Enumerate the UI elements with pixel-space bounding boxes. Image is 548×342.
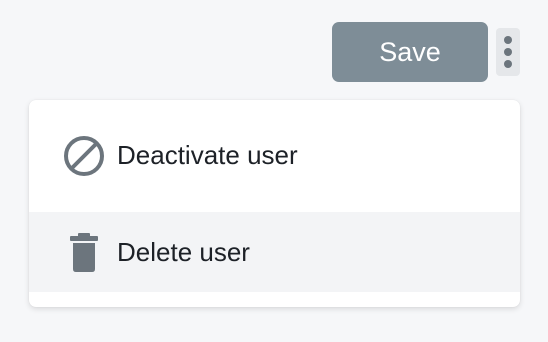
more-vertical-icon-dot [504,48,512,56]
more-vertical-icon [504,36,512,44]
more-options-button[interactable] [496,28,520,76]
save-button[interactable]: Save [332,22,488,82]
menu-item-deactivate-user[interactable]: Deactivate user [29,115,520,195]
menu-item-label: Delete user [117,237,250,267]
menu-item-delete-user[interactable]: Delete user [29,212,520,292]
user-actions-menu: Deactivate user Delete user [29,100,520,307]
block-icon [63,135,105,177]
screen: Save Deactivate user Delete user [0,0,548,342]
menu-item-label: Deactivate user [117,140,298,170]
trash-icon [63,232,105,274]
more-vertical-icon-dot [504,60,512,68]
